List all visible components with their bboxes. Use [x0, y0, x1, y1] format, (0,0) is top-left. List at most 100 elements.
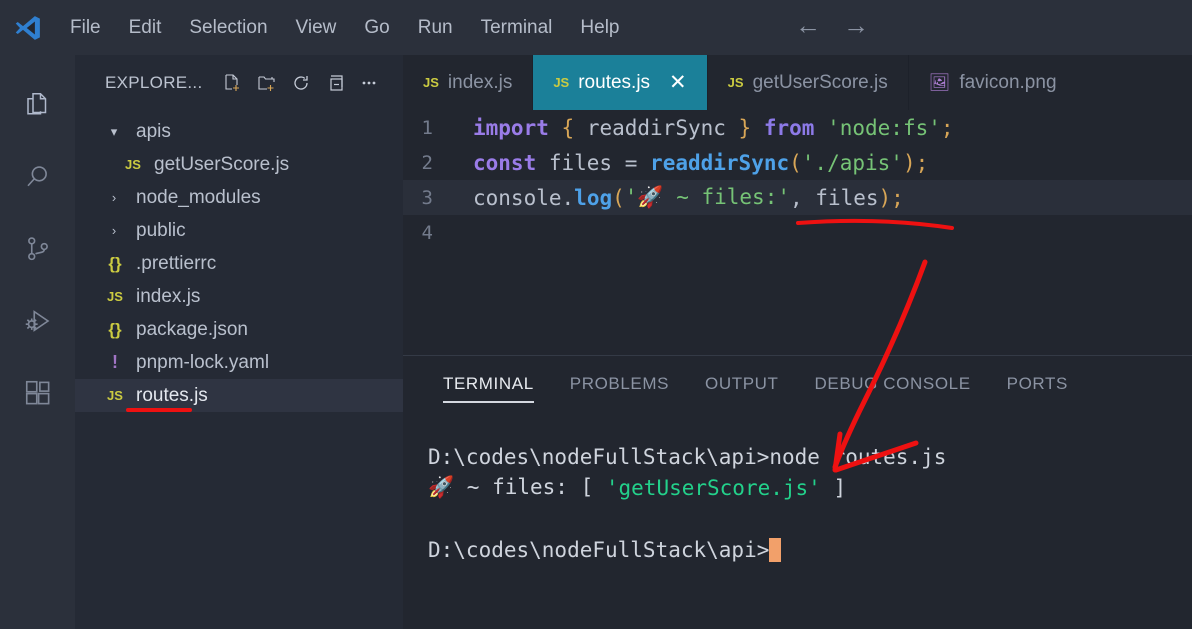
code-token: ,: [790, 185, 803, 210]
tab-label: routes.js: [578, 71, 651, 93]
tree-item-public[interactable]: › public: [75, 214, 403, 247]
json-icon: {}: [108, 319, 122, 339]
sidebar-explorer: EXPLORE... ▾ apis JS getUserScore.js › n…: [75, 55, 403, 629]
activitybar-item-search[interactable]: [0, 141, 75, 213]
back-arrow-icon[interactable]: ←: [795, 12, 821, 38]
line-number: 1: [421, 116, 433, 139]
terminal-line: 🚀 ~ files: [ 'getUserScore.js' ]: [428, 472, 1192, 503]
js-icon: JS: [727, 75, 744, 90]
terminal-line: D:\codes\nodeFullStack\api>node routes.j…: [428, 441, 1192, 472]
new-file-icon[interactable]: [216, 66, 250, 100]
tree-item-label: apis: [136, 120, 171, 142]
tree-item-routes-js[interactable]: JS routes.js: [75, 379, 403, 412]
line-number: 3: [421, 186, 433, 209]
menu-bar: File Edit Selection View Go Run Terminal…: [56, 13, 634, 43]
js-icon: JS: [125, 157, 141, 172]
tree-item-package-json[interactable]: {} package.json: [75, 313, 403, 346]
activitybar-item-extensions[interactable]: [0, 357, 75, 429]
tree-item-label: package.json: [136, 318, 248, 340]
tree-item-label: index.js: [136, 285, 201, 307]
tree-item-index-js[interactable]: JS index.js: [75, 280, 403, 313]
tree-item-label: public: [136, 219, 186, 241]
code-token: files: [536, 150, 625, 175]
code-editor[interactable]: 1 import { readdirSync } from 'node:fs';…: [403, 110, 1192, 355]
tree-item-node-modules[interactable]: › node_modules: [75, 181, 403, 214]
code-token: {: [561, 115, 575, 140]
code-token: (: [789, 150, 802, 175]
close-icon[interactable]: ✕: [669, 72, 687, 93]
panel-tab-output[interactable]: OUTPUT: [687, 361, 796, 406]
js-icon: JS: [107, 289, 123, 304]
json-icon: {}: [108, 253, 122, 273]
code-line: 2 const files = readdirSync('./apis');: [403, 145, 1192, 180]
tab-label: index.js: [447, 71, 513, 93]
tab-label: favicon.png: [959, 71, 1057, 93]
image-icon: 🖼: [928, 72, 951, 92]
terminal-prompt-line: D:\codes\nodeFullStack\api>: [428, 534, 1192, 565]
menu-file[interactable]: File: [56, 13, 115, 43]
menu-view[interactable]: View: [282, 13, 351, 43]
activitybar-item-run-debug[interactable]: [0, 285, 75, 357]
editor-tab-bar: JS index.js JS routes.js ✕ JS getUserSco…: [403, 55, 1192, 110]
tree-item-label: routes.js: [136, 384, 208, 406]
terminal-cursor: [769, 537, 782, 562]
js-icon: JS: [423, 75, 439, 90]
terminal-text: ]: [820, 475, 847, 500]
panel-tab-terminal[interactable]: TERMINAL: [425, 361, 552, 406]
code-token: (: [612, 185, 625, 210]
panel-tab-problems[interactable]: PROBLEMS: [552, 361, 687, 406]
menu-run[interactable]: Run: [404, 13, 467, 43]
code-token: readdirSync: [574, 115, 739, 140]
menu-help[interactable]: Help: [566, 13, 633, 43]
collapse-all-icon[interactable]: [318, 66, 352, 100]
menu-selection[interactable]: Selection: [175, 13, 281, 43]
forward-arrow-icon[interactable]: →: [843, 12, 869, 38]
ellipsis-icon[interactable]: [352, 66, 386, 100]
code-token: from: [763, 115, 815, 140]
new-folder-icon[interactable]: [250, 66, 284, 100]
chevron-right-icon[interactable]: ›: [103, 190, 125, 205]
chevron-down-icon[interactable]: ▾: [103, 124, 125, 140]
navigation-arrows: ← →: [795, 12, 869, 38]
tree-item-prettierrc[interactable]: {} .prettierrc: [75, 247, 403, 280]
code-token: ;: [891, 185, 904, 210]
tree-item-getuserscore-js[interactable]: JS getUserScore.js: [75, 148, 403, 181]
activitybar-item-source-control[interactable]: [0, 213, 75, 285]
chevron-right-icon[interactable]: ›: [103, 223, 125, 238]
line-number: 2: [421, 151, 433, 174]
refresh-icon[interactable]: [284, 66, 318, 100]
code-token: log: [574, 185, 613, 210]
menu-terminal[interactable]: Terminal: [467, 13, 567, 43]
menu-edit[interactable]: Edit: [115, 13, 176, 43]
tree-item-label: pnpm-lock.yaml: [136, 351, 270, 373]
bottom-panel: TERMINAL PROBLEMS OUTPUT DEBUG CONSOLE P…: [403, 355, 1192, 629]
code-line: 4: [403, 215, 1192, 250]
panel-tab-ports[interactable]: PORTS: [989, 361, 1086, 406]
panel-tab-debug-console[interactable]: DEBUG CONSOLE: [797, 361, 989, 406]
activitybar-item-explorer[interactable]: [0, 69, 75, 141]
tab-getuserscore-js[interactable]: JS getUserScore.js: [708, 55, 909, 110]
line-number: 4: [421, 221, 433, 244]
vscode-logo-icon: [0, 0, 56, 55]
terminal-output[interactable]: D:\codes\nodeFullStack\api>node routes.j…: [403, 411, 1192, 565]
file-tree: ▾ apis JS getUserScore.js › node_modules…: [75, 110, 403, 412]
menu-go[interactable]: Go: [350, 13, 403, 43]
code-token: ): [902, 150, 916, 175]
code-line: 1 import { readdirSync } from 'node:fs';: [403, 110, 1192, 145]
tab-favicon-png[interactable]: 🖼 favicon.png: [909, 55, 1077, 110]
tree-item-pnpm-lock-yaml[interactable]: ! pnpm-lock.yaml: [75, 346, 403, 379]
terminal-text: 🚀 ~ files: [: [428, 475, 606, 499]
tab-label: getUserScore.js: [752, 71, 888, 93]
tree-item-apis[interactable]: ▾ apis: [75, 115, 403, 148]
tab-index-js[interactable]: JS index.js: [403, 55, 534, 110]
yaml-icon: !: [112, 352, 118, 372]
js-icon: JS: [107, 388, 123, 403]
tab-routes-js[interactable]: JS routes.js ✕: [533, 55, 708, 110]
code-token: console: [473, 185, 562, 210]
code-line-active: 3 console. log('🚀 ~ files:', files);: [403, 180, 1192, 215]
terminal-text: D:\codes\nodeFullStack\api>node routes.j…: [428, 444, 947, 469]
code-token: const: [473, 150, 537, 175]
code-token: 'node:fs': [827, 115, 941, 140]
